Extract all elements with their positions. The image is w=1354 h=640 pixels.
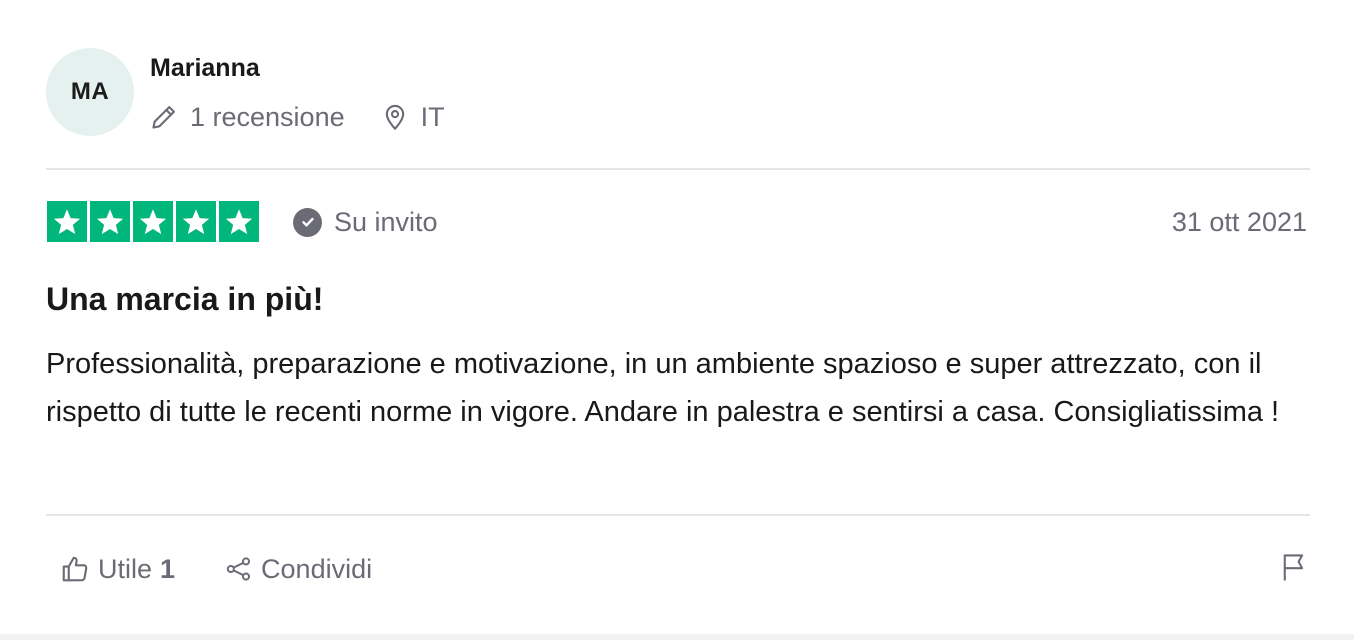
star-icon [176,201,216,242]
pencil-icon [150,103,178,131]
invited-label: Su invito [334,206,438,237]
share-label: Condividi [261,553,373,584]
review-date: 31 ott 2021 [1171,207,1307,237]
flag-button[interactable] [1278,552,1310,586]
share-button[interactable]: Condividi [225,554,372,585]
check-circle-icon [293,207,322,237]
divider [46,514,1310,516]
star-icon [90,201,130,242]
reviews-count: 1 recensione [150,102,345,133]
star-icon [47,201,87,242]
reviewer-country: IT [381,102,445,133]
reviewer-name[interactable]: Marianna [150,52,260,84]
useful-label: Utile [98,553,153,584]
useful-button[interactable]: Utile 1 [60,554,175,585]
reviewer-meta: 1 recensione IT [150,98,445,136]
reviews-count-label: 1 recensione [190,101,345,132]
avatar-initials: MA [70,78,110,105]
flag-icon [1280,552,1308,587]
star-icon [133,201,173,242]
location-pin-icon [381,103,409,131]
divider [46,168,1310,170]
country-label: IT [420,101,445,132]
useful-count: 1 [160,553,176,584]
star-rating [47,201,259,242]
review-title[interactable]: Una marcia in più! [46,278,323,320]
share-icon [225,555,253,583]
thumbs-up-icon [60,554,90,584]
review-body: Professionalità, preparazione e motivazi… [46,348,1280,428]
avatar[interactable]: MA [46,48,134,136]
star-icon [219,201,259,242]
review-actions: Utile 1 Condividi [60,548,372,590]
invited-badge[interactable]: Su invito [293,204,438,240]
review-card: MA Marianna 1 recensione IT Su invito 31… [0,0,1354,634]
